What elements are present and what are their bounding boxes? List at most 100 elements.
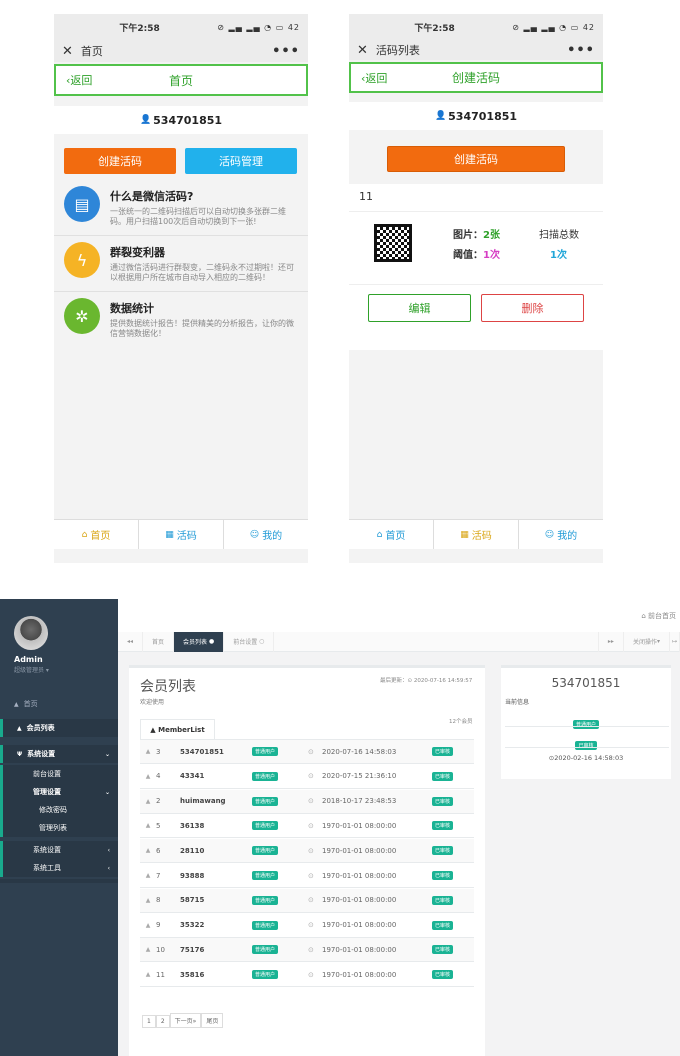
table-row[interactable]: ▲ 5 36138 普通用户 ⊙ 1970-01-01 08:00:00 已审核	[140, 814, 474, 839]
table-row[interactable]: ▲ 11 35816 普通用户 ⊙ 1970-01-01 08:00:00 已审核	[140, 963, 474, 988]
page-1[interactable]: 1	[142, 1015, 156, 1028]
user-icon: ▲	[145, 847, 151, 855]
detail-label: 当前信息	[505, 699, 530, 706]
chevron-down-icon: ⌄	[104, 788, 110, 796]
back-button[interactable]: ‹返回	[361, 70, 411, 86]
user-icon: ▲	[145, 896, 151, 904]
tab-mine[interactable]: ☺ 我的	[224, 520, 308, 549]
window-title: 首页	[80, 45, 103, 58]
exit-icon[interactable]: ↦	[670, 631, 680, 652]
close-icon[interactable]: ✕	[357, 43, 368, 58]
table-row[interactable]: ▲ 8 58715 普通用户 ⊙ 1970-01-01 08:00:00 已审核	[140, 888, 474, 913]
sidebar-item-admin-settings[interactable]: 管理设置 ⌄	[0, 783, 118, 801]
admin-role[interactable]: 超级管理员 ▾	[14, 665, 49, 674]
feature-item[interactable]: ✲ 数据统计 提供数据统计报告！提供精美的分析报告，让你的微信营销数据化！	[54, 292, 308, 348]
code-name: 11	[359, 190, 373, 203]
table-row[interactable]: ▲ 4 43341 普通用户 ⊙ 2020-07-15 21:36:10 已审核	[140, 765, 474, 789]
chevron-left-icon: ‹	[107, 864, 110, 872]
window-title-bar: ✕ 活码列表 •••	[349, 40, 603, 60]
create-code-button[interactable]: 创建活码	[387, 146, 565, 172]
last-page[interactable]: 尾页	[201, 1013, 224, 1028]
feature-item[interactable]: ϟ 群裂变利器 通过微信活码进行群裂变，二维码永不过期啦！还可以根据用户所在城市…	[54, 236, 308, 292]
tab-home[interactable]: ⌂ 首页	[54, 520, 139, 549]
manage-code-button[interactable]: 活码管理	[185, 148, 297, 174]
welcome-text: 欢迎使用	[140, 699, 165, 706]
sidebar-item-settings[interactable]: Ψ 系统设置 ⌄	[0, 745, 118, 763]
feature-desc: 通过微信活码进行群裂变，二维码永不过期啦！还可以根据用户所在城市自动导入相应的二…	[110, 263, 294, 282]
member-count: 12个会员	[449, 719, 473, 725]
member-type-badge: 普通用户	[252, 871, 279, 880]
user-icon: 👤	[139, 115, 152, 125]
register-time: 1970-01-01 08:00:00	[322, 846, 397, 855]
image-count: 图片：2张	[453, 230, 500, 241]
top-bar: ⌂ 前台首页	[118, 599, 680, 633]
user-icon: ▲	[145, 946, 151, 954]
home-icon: ⌂	[81, 529, 88, 540]
sidebar-item-frontend[interactable]: 前台设置	[0, 765, 118, 783]
table-row[interactable]: ▲ 2 huimawang 普通用户 ⊙ 2018-10-17 23:48:53 已审核	[140, 789, 474, 814]
close-ops-button[interactable]: 关闭操作 ▾	[624, 631, 670, 652]
table-row[interactable]: ▲ 7 93888 普通用户 ⊙ 1970-01-01 08:00:00 已审核	[140, 864, 474, 888]
sidebar-item-tools[interactable]: 系统工具 ‹	[0, 859, 118, 877]
row-index: 7	[156, 871, 161, 880]
threshold: 阈值：1次	[453, 250, 500, 261]
sidebar-item-home[interactable]: ▲ 首页	[0, 695, 118, 713]
frontend-home-link[interactable]: ⌂ 前台首页	[641, 611, 676, 621]
next-page[interactable]: 下一页»	[169, 1013, 202, 1028]
more-icon[interactable]: •••	[272, 44, 300, 59]
table-row[interactable]: ▲ 10 75176 普通用户 ⊙ 1970-01-01 08:00:00 已审核	[140, 938, 474, 963]
nav-bar: ‹返回 首页	[54, 64, 308, 96]
tab-members[interactable]: 会员列表 ●	[174, 631, 225, 652]
tab-bar: ⌂ 首页 ▦ 活码 ☺ 我的	[349, 519, 603, 549]
detail-id: 534701851	[551, 676, 621, 690]
edit-button[interactable]: 编辑	[368, 294, 471, 322]
back-button[interactable]: ‹返回	[66, 72, 116, 88]
nav-title: 首页	[168, 73, 193, 88]
register-time: 1970-01-01 08:00:00	[322, 896, 397, 905]
sidebar-item-admin-list[interactable]: 管理列表	[0, 819, 118, 837]
memberlist-tab[interactable]: ▲ MemberList	[140, 719, 215, 739]
window-title-bar: ✕ 首页 •••	[54, 40, 308, 62]
table-row[interactable]: ▲ 3 534701851 普通用户 ⊙ 2020-07-16 14:58:03 已审核	[140, 740, 474, 764]
feature-desc: 提供数据统计报告！提供精美的分析报告，让你的微信营销数据化！	[110, 319, 294, 338]
user-icon: ▲	[145, 748, 151, 755]
sidebar-item-system[interactable]: 系统设置 ‹	[0, 841, 118, 859]
user-icon: ☺	[544, 529, 555, 540]
user-icon: ▲	[145, 971, 151, 979]
create-code-button[interactable]: 创建活码	[64, 148, 176, 174]
delete-button[interactable]: 删除	[481, 294, 584, 322]
close-icon[interactable]: ✕	[62, 44, 73, 59]
table-row[interactable]: ▲ 6 28110 普通用户 ⊙ 1970-01-01 08:00:00 已审核	[140, 839, 474, 864]
table-row[interactable]: ▲ 9 35322 普通用户 ⊙ 1970-01-01 08:00:00 已审核	[140, 914, 474, 938]
sidebar-item-password[interactable]: 修改密码	[0, 801, 118, 819]
tab-code[interactable]: ▦ 活码	[139, 520, 224, 549]
user-icon: ▲	[145, 921, 151, 929]
page-2[interactable]: 2	[155, 1015, 170, 1028]
user-icon: 👤	[434, 111, 447, 121]
user-id: 534701851	[448, 109, 518, 123]
tab-frontend[interactable]: 前台设置 ○	[224, 631, 275, 652]
member-name: 36138	[180, 821, 205, 830]
tabs-prev-icon[interactable]: ◂◂	[118, 631, 144, 652]
avatar	[14, 616, 48, 650]
tabs-next-icon[interactable]: ▸▸	[597, 631, 624, 652]
more-icon[interactable]: •••	[567, 43, 595, 58]
status-bar: 下午2:58 ⊘ ▂▄ ▂▄ ◔ ▭ 42	[349, 14, 603, 40]
clock-icon: ⊙	[308, 970, 314, 979]
tab-home[interactable]: ⌂ 首页	[349, 520, 434, 549]
qr-icon: ▦	[460, 529, 469, 540]
sidebar-item-members[interactable]: ▲ 会员列表	[0, 719, 118, 737]
cutlery-icon: Ψ	[17, 750, 23, 758]
feature-title: 什么是微信活码?	[110, 190, 194, 203]
tab-mine[interactable]: ☺ 我的	[519, 520, 603, 549]
clock-icon: ⊙	[308, 821, 314, 830]
tab-code[interactable]: ▦ 活码	[434, 520, 519, 549]
qr-code-image	[371, 221, 415, 265]
member-type-badge: 普通用户	[252, 796, 279, 806]
member-name: 43341	[180, 772, 205, 781]
register-time: 1970-01-01 08:00:00	[322, 821, 397, 830]
feature-item[interactable]: ▤ 什么是微信活码? 一张统一的二维码扫描后可以自动切换多张群二维码。用户扫描1…	[54, 180, 308, 236]
register-time: 1970-01-01 08:00:00	[322, 945, 397, 954]
code-card: 11 图片：2张 阈值：1次 扫描总数 1次 编辑 删除	[349, 184, 603, 350]
tab-home[interactable]: 首页	[143, 631, 175, 652]
